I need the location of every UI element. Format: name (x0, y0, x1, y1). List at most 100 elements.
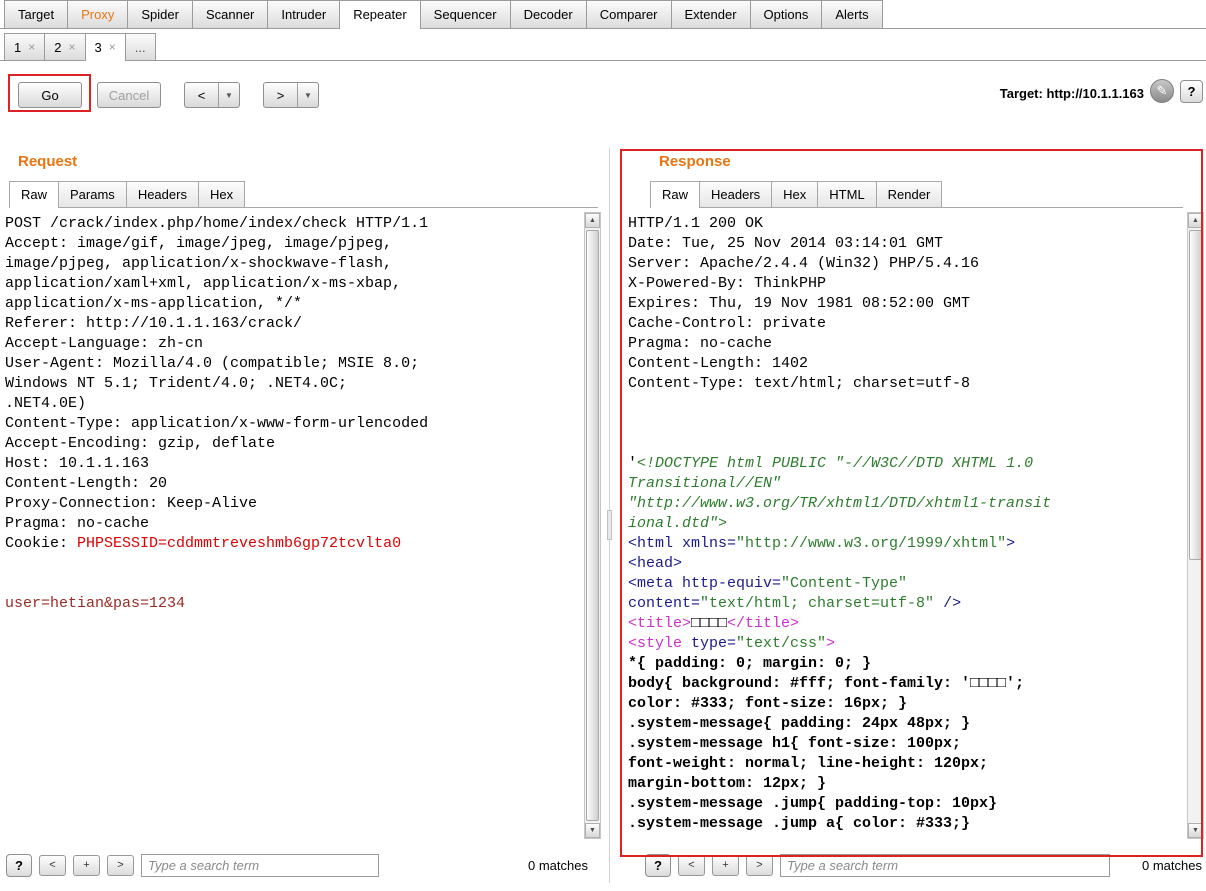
code-line: <title>□□□□</title> (628, 614, 1182, 634)
main-tab-scanner[interactable]: Scanner (192, 0, 268, 28)
cancel-button[interactable]: Cancel (97, 82, 161, 108)
scroll-down-icon[interactable]: ▼ (585, 823, 600, 838)
scroll-up-icon[interactable]: ▲ (1188, 213, 1203, 228)
history-back-split-button: < ▼ (184, 82, 240, 108)
repeater-tab-1[interactable]: 1× (4, 33, 45, 60)
code-line: color: #333; font-size: 16px; } (628, 694, 1182, 714)
main-tab-spider[interactable]: Spider (127, 0, 193, 28)
code-line: "http://www.w3.org/TR/xhtml1/DTD/xhtml1-… (628, 494, 1182, 514)
response-tab-headers[interactable]: Headers (699, 181, 772, 207)
response-tab-hex[interactable]: Hex (771, 181, 818, 207)
main-tab-repeater[interactable]: Repeater (339, 0, 420, 28)
code-line: .system-message .jump{ padding-top: 10px… (628, 794, 1182, 814)
code-line: .NET4.0E) (5, 394, 580, 414)
search-matches-count: 0 matches (528, 858, 588, 873)
request-tab-hex[interactable]: Hex (198, 181, 245, 207)
scroll-up-icon[interactable]: ▲ (585, 213, 600, 228)
request-scrollbar[interactable]: ▲ ▼ (584, 212, 601, 839)
target-url: http://10.1.1.163 (1046, 86, 1144, 101)
close-tab-icon[interactable]: × (28, 40, 35, 54)
close-tab-icon[interactable]: × (109, 40, 116, 54)
go-button[interactable]: Go (18, 82, 82, 108)
code-line: Content-Length: 1402 (628, 354, 1182, 374)
main-tab-extender[interactable]: Extender (671, 0, 751, 28)
main-tab-options[interactable]: Options (750, 0, 823, 28)
code-line: <html xmlns="http://www.w3.org/1999/xhtm… (628, 534, 1182, 554)
request-search-bar: ? < + > 0 matches (6, 852, 588, 878)
code-line (628, 394, 1182, 414)
search-next-button[interactable]: > (746, 855, 773, 876)
code-line: User-Agent: Mozilla/4.0 (compatible; MSI… (5, 354, 580, 374)
main-tab-target[interactable]: Target (4, 0, 68, 28)
code-line: '<!DOCTYPE html PUBLIC "-//W3C//DTD XHTM… (628, 454, 1182, 474)
response-tab-html[interactable]: HTML (817, 181, 876, 207)
search-input[interactable] (780, 854, 1110, 877)
main-tab-comparer[interactable]: Comparer (586, 0, 672, 28)
response-scrollbar[interactable]: ▲ ▼ (1187, 212, 1204, 839)
code-line: Content-Type: application/x-www-form-url… (5, 414, 580, 434)
history-back-dropdown[interactable]: ▼ (218, 83, 239, 107)
search-prev-button[interactable]: < (39, 855, 66, 876)
target-label: Target: (1000, 86, 1047, 101)
search-help-button[interactable]: ? (6, 854, 32, 877)
code-line: Accept-Encoding: gzip, deflate (5, 434, 580, 454)
response-tab-render[interactable]: Render (876, 181, 943, 207)
code-line: Cookie: PHPSESSID=cddmmtreveshmb6gp72tcv… (5, 534, 580, 554)
code-line: application/x-ms-application, */* (5, 294, 580, 314)
code-line: Cache-Control: private (628, 314, 1182, 334)
repeater-tab-2[interactable]: 2× (44, 33, 85, 60)
scrollbar-thumb[interactable] (586, 230, 599, 821)
code-line (628, 414, 1182, 434)
main-tab-sequencer[interactable]: Sequencer (420, 0, 511, 28)
main-tab-intruder[interactable]: Intruder (267, 0, 340, 28)
close-tab-icon[interactable]: × (68, 40, 75, 54)
response-tab-raw[interactable]: Raw (650, 181, 700, 207)
code-line: Proxy-Connection: Keep-Alive (5, 494, 580, 514)
history-forward-button[interactable]: > (264, 83, 297, 107)
code-line: Content-Type: text/html; charset=utf-8 (628, 374, 1182, 394)
scroll-down-icon[interactable]: ▼ (1188, 823, 1203, 838)
more-tabs-button[interactable]: ... (125, 33, 156, 60)
repeater-tab-3[interactable]: 3× (85, 33, 126, 60)
help-button[interactable]: ? (1180, 80, 1203, 103)
search-next-button[interactable]: > (107, 855, 134, 876)
search-prev-button[interactable]: < (678, 855, 705, 876)
request-view-tabs: RawParamsHeadersHex (9, 181, 598, 208)
request-tab-params[interactable]: Params (58, 181, 127, 207)
history-forward-dropdown[interactable]: ▼ (297, 83, 318, 107)
panel-splitter[interactable] (607, 148, 612, 883)
main-tab-alerts[interactable]: Alerts (821, 0, 882, 28)
scrollbar-thumb[interactable] (1189, 230, 1202, 560)
repeater-tab-label: 2 (54, 40, 61, 55)
main-tab-proxy[interactable]: Proxy (67, 0, 128, 28)
code-line: .system-message .jump a{ color: #333;} (628, 814, 1182, 834)
response-viewer[interactable]: HTTP/1.1 200 OKDate: Tue, 25 Nov 2014 03… (628, 212, 1182, 839)
pencil-icon: ✎ (1157, 83, 1168, 99)
code-line: Referer: http://10.1.1.163/crack/ (5, 314, 580, 334)
code-line: Pragma: no-cache (628, 334, 1182, 354)
response-panel-title: Response (659, 153, 731, 170)
code-line: Transitional//EN" (628, 474, 1182, 494)
request-editor[interactable]: POST /crack/index.php/home/index/check H… (5, 212, 580, 839)
code-line (5, 574, 580, 594)
main-tab-bar: TargetProxySpiderScannerIntruderRepeater… (0, 0, 1206, 29)
repeater-tab-label: 3 (95, 40, 102, 55)
request-panel-title: Request (18, 153, 77, 170)
request-tab-raw[interactable]: Raw (9, 181, 59, 207)
edit-target-button[interactable]: ✎ (1150, 79, 1174, 103)
code-line: image/pjpeg, application/x-shockwave-fla… (5, 254, 580, 274)
search-help-button[interactable]: ? (645, 854, 671, 877)
search-options-button[interactable]: + (73, 855, 100, 876)
code-line: HTTP/1.1 200 OK (628, 214, 1182, 234)
request-tab-headers[interactable]: Headers (126, 181, 199, 207)
code-line: <meta http-equiv="Content-Type" (628, 574, 1182, 594)
main-tab-decoder[interactable]: Decoder (510, 0, 587, 28)
search-options-button[interactable]: + (712, 855, 739, 876)
response-search-bar: ? < + > 0 matches (645, 852, 1202, 878)
request-panel: Request RawParamsHeadersHex POST /crack/… (0, 145, 604, 891)
splitter-grip-icon[interactable] (607, 510, 612, 540)
history-back-button[interactable]: < (185, 83, 218, 107)
response-view-tabs: RawHeadersHexHTMLRender (650, 181, 1183, 208)
code-line: application/xaml+xml, application/x-ms-x… (5, 274, 580, 294)
search-input[interactable] (141, 854, 379, 877)
